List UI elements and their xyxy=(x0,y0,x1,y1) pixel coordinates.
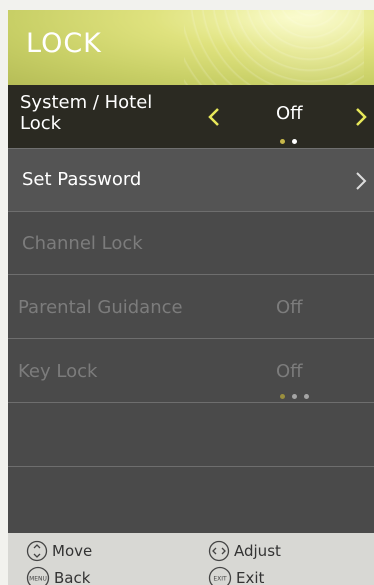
menu-item-set-password[interactable]: Set Password xyxy=(8,149,374,212)
menu-item-label: Set Password xyxy=(22,169,142,190)
menu-item-label: System / Hotel Lock xyxy=(20,92,153,134)
tv-screen: LOCK System / Hotel Lock Off Set Passwor… xyxy=(8,10,374,585)
menu-item-value: Off xyxy=(276,297,303,318)
menu-item-channel-lock[interactable]: Channel Lock xyxy=(8,212,374,275)
key-hint-bar: Move Adjust MENU Back EXIT Exit xyxy=(8,533,374,585)
adjust-icon xyxy=(208,540,230,562)
page-title: LOCK xyxy=(26,28,102,59)
hint-back-label: Back xyxy=(54,569,91,585)
menu-item-label: Parental Guidance xyxy=(18,297,183,318)
menu-empty-row xyxy=(8,404,374,467)
svg-text:MENU: MENU xyxy=(29,576,47,583)
menu-item-parental-guidance[interactable]: Parental Guidance Off xyxy=(8,276,374,339)
menu-item-label: Channel Lock xyxy=(22,233,143,254)
menu-item-key-lock[interactable]: Key Lock Off xyxy=(8,340,374,403)
menu-item-value: Off xyxy=(276,361,303,382)
option-dot xyxy=(292,139,298,144)
chevron-right-icon[interactable] xyxy=(355,107,367,127)
option-position-dots xyxy=(280,384,311,403)
menu-empty-row xyxy=(8,468,374,533)
menu-header: LOCK xyxy=(8,10,374,85)
option-position-dots xyxy=(280,129,299,148)
chevron-left-icon[interactable] xyxy=(208,107,220,127)
menu-item-label: Key Lock xyxy=(18,361,98,382)
exit-button-icon: EXIT xyxy=(208,566,232,585)
option-dot xyxy=(292,394,298,399)
hint-move: Move xyxy=(26,540,92,562)
header-decoration xyxy=(184,10,364,85)
option-dot-active xyxy=(280,394,285,399)
menu-item-system-hotel-lock[interactable]: System / Hotel Lock Off xyxy=(8,85,374,149)
move-icon xyxy=(26,540,48,562)
chevron-right-icon xyxy=(356,172,367,190)
hint-adjust-label: Adjust xyxy=(234,542,281,560)
option-dot xyxy=(304,394,310,399)
svg-text:EXIT: EXIT xyxy=(213,576,227,583)
hint-back: MENU Back xyxy=(26,566,90,585)
hint-adjust: Adjust xyxy=(208,540,281,562)
hint-exit-label: Exit xyxy=(236,569,265,585)
option-dot-active xyxy=(280,139,285,144)
menu-button-icon: MENU xyxy=(26,566,50,585)
hint-move-label: Move xyxy=(52,542,93,560)
menu-item-value: Off xyxy=(276,103,303,124)
hint-exit: EXIT Exit xyxy=(208,566,264,585)
